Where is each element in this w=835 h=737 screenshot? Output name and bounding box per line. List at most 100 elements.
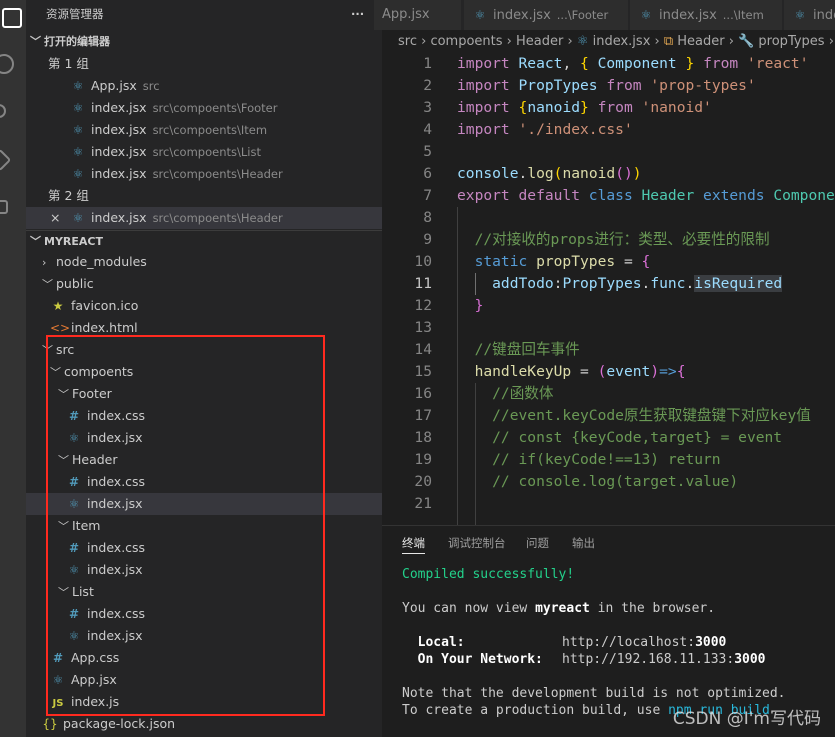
- panel-tab[interactable]: 终端: [402, 532, 425, 554]
- file-item[interactable]: # index.css: [26, 405, 382, 427]
- file-item[interactable]: ⚛ index.jsx: [26, 493, 382, 515]
- local-label: Local:: [402, 635, 465, 650]
- line-number: 2: [423, 77, 432, 94]
- breadcrumb-item[interactable]: Header: [516, 34, 563, 49]
- file-item[interactable]: ⚛ index.jsx src\compoents\List: [26, 141, 382, 163]
- code-line[interactable]: import {nanoid} from 'nanoid': [457, 97, 712, 119]
- file-name: index.css: [87, 606, 146, 621]
- panel-tab[interactable]: 调试控制台: [448, 532, 506, 554]
- folder-item[interactable]: ﹀ public: [26, 273, 382, 295]
- css-file-icon: #: [68, 475, 80, 489]
- folder-name: src: [56, 342, 75, 357]
- tab-name: index.jsx: [659, 8, 717, 23]
- file-item[interactable]: {} package-lock.json: [26, 713, 382, 735]
- file-item[interactable]: <>index.html: [26, 317, 382, 339]
- code-line[interactable]: export default class Header extends Comp…: [457, 185, 835, 207]
- file-item[interactable]: ⚛ App.jsx src: [26, 75, 382, 97]
- file-item[interactable]: ⚛ index.jsx src\compoents\Footer: [26, 97, 382, 119]
- more-actions-icon[interactable]: ···: [351, 3, 364, 25]
- breadcrumb-item[interactable]: src: [398, 34, 417, 49]
- code-line[interactable]: import PropTypes from 'prop-types': [457, 75, 756, 97]
- undefined-file-icon: ⚛: [72, 123, 84, 137]
- code-line[interactable]: handleKeyUp = (event)=>{: [457, 361, 686, 383]
- breadcrumb-item[interactable]: index.jsx: [593, 34, 651, 49]
- file-item[interactable]: ⚛ App.jsx: [26, 669, 382, 691]
- editor-tab[interactable]: ⚛ index.jsx ...\Item: [630, 0, 783, 30]
- breadcrumb-item[interactable]: compoents: [430, 34, 502, 49]
- folder-name: node_modules: [56, 254, 147, 269]
- code-token: import: [457, 55, 519, 72]
- run-debug-icon[interactable]: [0, 148, 12, 172]
- panel-tab[interactable]: 问题: [526, 532, 549, 554]
- panel-tab[interactable]: 输出: [572, 532, 595, 554]
- chevron-down-icon: ﹀: [58, 388, 69, 401]
- project-header[interactable]: ﹀ MYREACT: [26, 230, 382, 252]
- editor-tab[interactable]: App.jsx: [374, 0, 462, 30]
- code-line[interactable]: console.log(nanoid()): [457, 163, 642, 185]
- editor-tab[interactable]: ⚛ index.jsx ...\Footer: [464, 0, 629, 30]
- file-item[interactable]: # index.css: [26, 603, 382, 625]
- breadcrumb-item[interactable]: Header: [677, 34, 724, 49]
- code-line[interactable]: //event.keyCode原生获取键盘键下对应key值: [457, 405, 811, 427]
- code-line[interactable]: static propTypes = {: [457, 251, 651, 273]
- folder-item[interactable]: › node_modules: [26, 251, 382, 273]
- code-line[interactable]: //对接收的props进行：类型、必要性的限制: [457, 229, 770, 251]
- explorer-icon[interactable]: [2, 8, 22, 28]
- file-item[interactable]: ★ favicon.ico: [26, 295, 382, 317]
- file-item[interactable]: # index.css: [26, 537, 382, 559]
- code-token: {: [580, 55, 589, 72]
- code-token: class: [588, 187, 642, 204]
- line-number: 16: [414, 385, 432, 402]
- code-line[interactable]: }: [457, 295, 484, 317]
- folder-item[interactable]: ﹀ Item: [26, 515, 382, 537]
- code-line[interactable]: //函数体: [457, 383, 553, 405]
- code-line[interactable]: // if(keyCode!==13) return: [457, 449, 720, 471]
- code-line[interactable]: // console.log(target.value): [457, 471, 738, 493]
- chevron-right-icon: ›: [42, 256, 47, 269]
- open-editors-header[interactable]: ﹀ 打开的编辑器: [26, 31, 382, 53]
- code-token: ): [632, 165, 642, 182]
- file-item[interactable]: ⚛ index.jsx: [26, 559, 382, 581]
- extensions-icon[interactable]: [0, 200, 8, 214]
- folder-item[interactable]: ﹀ src: [26, 339, 382, 361]
- file-item[interactable]: ⚛ index.jsx src\compoents\Header: [26, 163, 382, 185]
- chevron-right-icon: ›: [563, 34, 577, 49]
- code-line[interactable]: //键盘回车事件: [457, 339, 580, 361]
- file-item[interactable]: JS index.js: [26, 691, 382, 713]
- tab-path: ...\Footer: [556, 8, 609, 22]
- editor-tabs: App.jsx ⚛ index.jsx ...\Footer ⚛ index.jsx...…: [374, 0, 835, 30]
- folder-item[interactable]: ﹀ compoents: [26, 361, 382, 383]
- code-line[interactable]: addTodo:PropTypes.func.isRequired: [457, 273, 783, 295]
- network-url[interactable]: http://192.168.11.133:: [562, 652, 734, 667]
- code-line[interactable]: import React, { Component } from 'react': [457, 53, 809, 75]
- code-token: }: [580, 99, 589, 116]
- editor-tab[interactable]: ⚛ index.jsx: [784, 0, 835, 30]
- source-control-icon[interactable]: [0, 104, 6, 118]
- file-item[interactable]: # App.css: [26, 647, 382, 669]
- file-item[interactable]: × ⚛ index.jsx src\compoents\Header: [26, 207, 382, 229]
- file-item[interactable]: # index.css: [26, 471, 382, 493]
- file-item[interactable]: ⚛ index.jsx src\compoents\Item: [26, 119, 382, 141]
- folder-item[interactable]: ﹀ List: [26, 581, 382, 603]
- folder-item[interactable]: ﹀ Footer: [26, 383, 382, 405]
- undefined-file-icon: ⚛: [72, 145, 84, 159]
- text: To create a production build, use: [402, 703, 669, 718]
- file-item[interactable]: ⚛ index.jsx: [26, 427, 382, 449]
- file-item[interactable]: ⚛ index.jsx: [26, 625, 382, 647]
- search-icon[interactable]: [0, 54, 14, 74]
- code-editor[interactable]: 1 import React, { Component } from 'react…: [382, 53, 835, 525]
- chevron-down-icon: ﹀: [42, 278, 53, 291]
- code-token: {: [676, 363, 686, 380]
- local-url[interactable]: http://localhost:: [562, 635, 695, 650]
- close-icon[interactable]: ×: [50, 207, 70, 229]
- text: in the browser.: [589, 601, 716, 616]
- code-line[interactable]: // const {keyCode,target} = event: [457, 427, 782, 449]
- file-path: src\compoents\List: [152, 145, 261, 159]
- folder-item[interactable]: ﹀ Header: [26, 449, 382, 471]
- chevron-down-icon: ﹀: [50, 366, 61, 379]
- file-path: src: [142, 79, 160, 93]
- breadcrumb-item[interactable]: propTypes: [758, 34, 824, 49]
- code-line[interactable]: import './index.css': [457, 119, 633, 141]
- line-number: 5: [423, 143, 432, 160]
- code-token: (): [615, 165, 633, 182]
